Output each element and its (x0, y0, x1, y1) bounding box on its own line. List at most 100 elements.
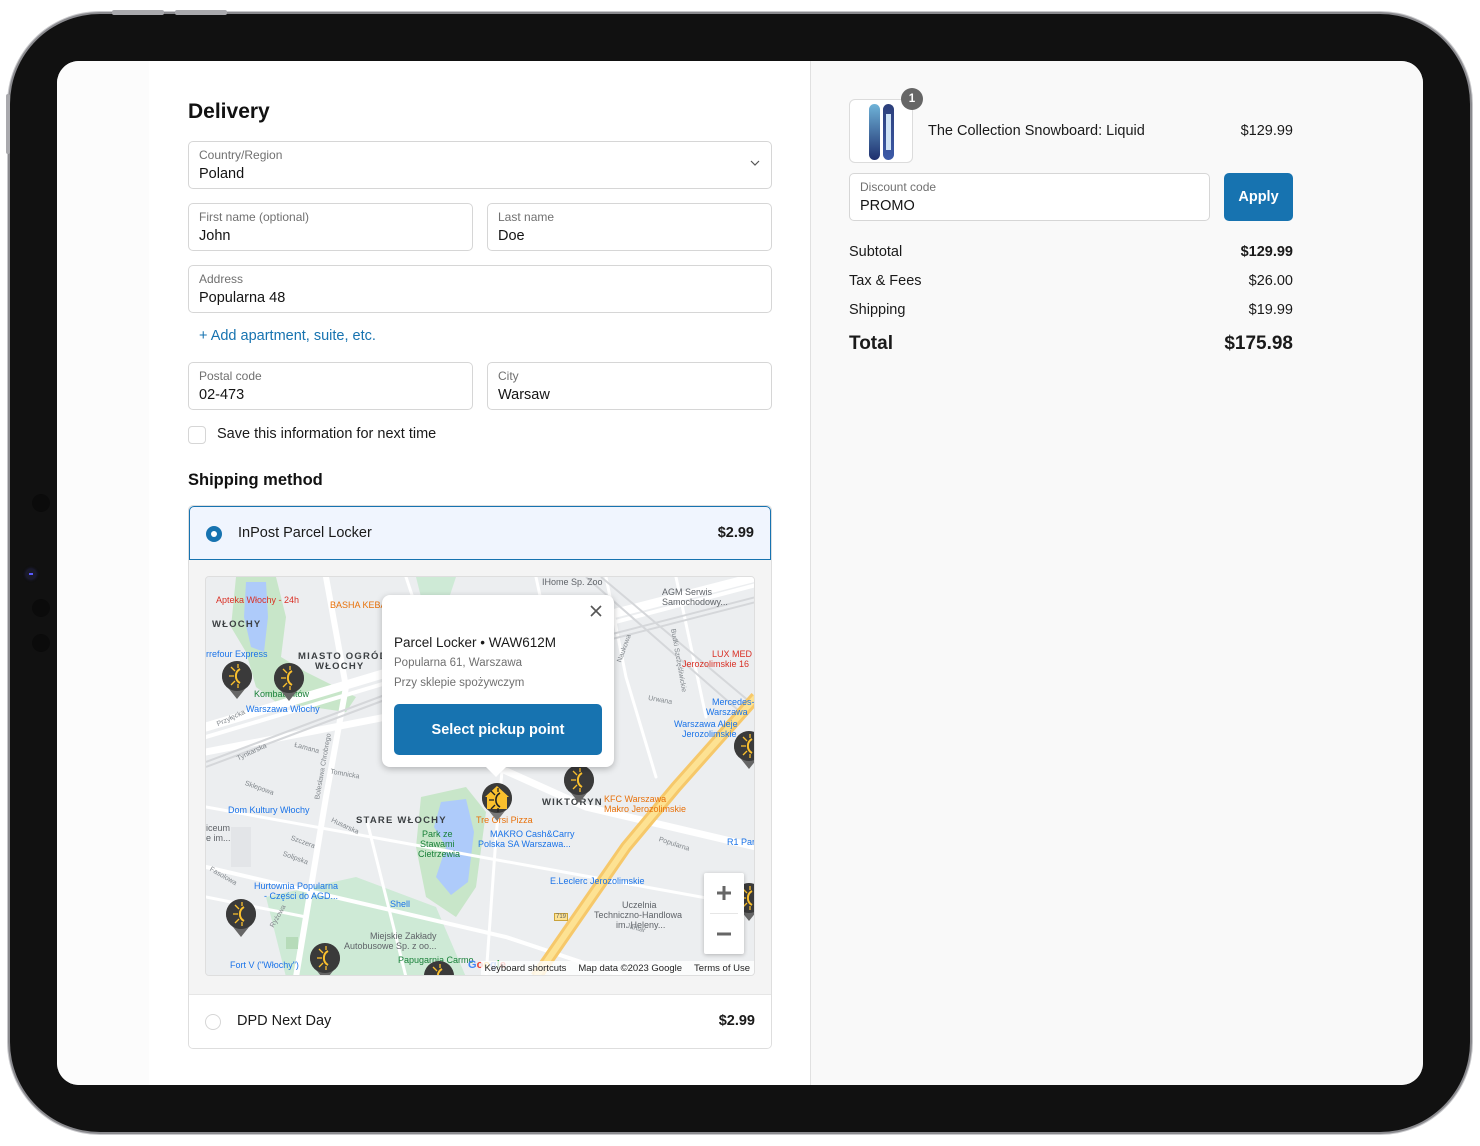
shipping-option-price: $2.99 (718, 1013, 755, 1029)
map-attribution: Keyboard shortcuts Map data ©2023 Google… (480, 961, 754, 975)
zoom-out-icon[interactable] (704, 914, 744, 954)
checkout-screen: Delivery Country/Region Poland First nam… (57, 61, 1423, 1085)
last-name-field[interactable]: Last name Doe (487, 203, 772, 251)
map-label: R1 Par (727, 837, 755, 847)
shipping-option-label: DPD Next Day (237, 1013, 332, 1029)
map-label: iceum (206, 823, 231, 833)
map-label: Stawami (420, 839, 455, 849)
locker-pin[interactable] (422, 959, 456, 975)
last-name-value: Doe (498, 228, 525, 244)
country-value: Poland (199, 166, 245, 182)
tax-label: Tax & Fees (849, 273, 922, 289)
shipping-row: Shipping $19.99 (849, 302, 1293, 322)
popup-note: Przy sklepie spożywczym (394, 677, 525, 689)
snowboard-image (869, 104, 894, 160)
map-label: Apteka Włochy - 24h (216, 595, 300, 605)
sensor-icon (32, 494, 50, 512)
first-name-field[interactable]: First name (optional) John (188, 203, 473, 251)
map-label: Autobusowe Sp. z oo... (344, 941, 437, 951)
map-data-text: Map data ©2023 Google (578, 962, 683, 974)
keyboard-shortcuts-link[interactable]: Keyboard shortcuts (485, 963, 567, 974)
locker-pin[interactable] (220, 659, 254, 701)
locker-pin[interactable] (272, 661, 306, 703)
map-label: Samochodowy... (662, 597, 728, 607)
locker-pin[interactable] (562, 763, 596, 805)
map-label: Jerozolimskie (682, 729, 737, 739)
map-label: Jerozolimskie 16 (682, 659, 750, 669)
product-thumbnail (849, 99, 913, 163)
quantity-badge: 1 (901, 88, 923, 110)
locker-pin[interactable] (224, 897, 258, 939)
add-apartment-link[interactable]: + Add apartment, suite, etc. (199, 328, 376, 344)
map-label: WŁOCHY (315, 661, 365, 672)
side-button (6, 94, 10, 154)
shipping-option-price: $2.99 (717, 525, 754, 541)
select-pickup-point-button[interactable]: Select pickup point (394, 704, 602, 755)
map-label: Hurtownia Popularna (254, 881, 339, 891)
save-info-checkbox[interactable] (188, 426, 206, 444)
locker-pin[interactable] (732, 729, 754, 771)
map-label: Shell (390, 899, 411, 909)
sensor-icon (32, 599, 50, 617)
postal-code-label: Postal code (199, 369, 262, 383)
discount-code-field[interactable]: Discount code PROMO (849, 173, 1210, 221)
shipping-option-label: InPost Parcel Locker (238, 525, 372, 541)
locker-icon (424, 961, 454, 975)
radio-selected[interactable] (206, 526, 222, 542)
map-label: MAKRO Cash&Carry (490, 829, 575, 839)
map-label: Warszawa Włochy (246, 704, 320, 714)
map-label: WŁOCHY (212, 619, 262, 630)
map-label: Cietrzewia (418, 849, 461, 859)
product-price: $129.99 (1240, 123, 1293, 139)
tax-row: Tax & Fees $26.00 (849, 273, 1293, 293)
volume-button (175, 10, 227, 15)
locker-pin-selected[interactable] (480, 781, 514, 823)
map-label: Warszawa (706, 707, 748, 717)
city-field[interactable]: City Warsaw (487, 362, 772, 410)
map-label: E.Leclerc Jerozolimskie (550, 876, 645, 886)
subtotal-label: Subtotal (849, 244, 903, 260)
zoom-in-icon[interactable] (704, 873, 744, 913)
map-label: Polska SA Warszawa... (478, 839, 571, 849)
shipping-option-inpost[interactable]: InPost Parcel Locker $2.99 (189, 506, 771, 560)
map-label: rrefour Express (206, 649, 268, 659)
apply-discount-button[interactable]: Apply (1224, 173, 1293, 221)
map-label: BASHA KEBA (330, 600, 387, 610)
first-name-value: John (199, 228, 231, 244)
map-label: AGM Serwis (662, 587, 713, 597)
map-label: Fort V ("Włochy") (230, 960, 299, 970)
address-label: Address (199, 272, 244, 286)
camera-icon (26, 569, 36, 579)
chevron-down-icon (750, 160, 760, 166)
map-label: LUX MED (712, 649, 753, 659)
terms-link[interactable]: Terms of Use (694, 963, 750, 974)
total-value: $175.98 (1224, 333, 1293, 354)
shipping-label: Shipping (849, 302, 906, 318)
radio-unselected[interactable] (205, 1014, 221, 1030)
close-icon[interactable] (588, 603, 604, 619)
locker-home-icon (482, 783, 512, 821)
locker-icon (222, 661, 252, 699)
first-name-label: First name (optional) (199, 210, 310, 224)
shipping-option-dpd[interactable]: DPD Next Day $2.99 (189, 994, 771, 1048)
country-label: Country/Region (199, 148, 283, 162)
country-select[interactable]: Country/Region Poland (188, 141, 772, 189)
map-label: KFC Warszawa (604, 794, 667, 804)
locker-icon (564, 765, 594, 803)
map-label: STARE WŁOCHY (356, 815, 447, 826)
delivery-pane: Delivery Country/Region Poland First nam… (149, 61, 810, 1085)
order-summary-pane: 1 The Collection Snowboard: Liquid $129.… (810, 61, 1423, 1085)
discount-label: Discount code (860, 180, 937, 194)
locker-icon (226, 899, 256, 937)
map-label: Warszawa Aleje (674, 719, 738, 729)
pickup-map[interactable]: Apteka Włochy - 24h BASHA KEBA WŁOCHY MI… (205, 576, 755, 976)
postal-code-field[interactable]: Postal code 02-473 (188, 362, 473, 410)
shipping-options: InPost Parcel Locker $2.99 Apteka Włochy… (188, 505, 772, 1049)
address-field[interactable]: Address Popularna 48 (188, 265, 772, 313)
locker-pin[interactable] (308, 941, 342, 975)
total-row: Total $175.98 (849, 333, 1293, 359)
subtotal-row: Subtotal $129.99 (849, 244, 1293, 264)
map-label: Mercedes-E (712, 697, 755, 707)
save-info-label[interactable]: Save this information for next time (217, 426, 436, 442)
sensor-icon (32, 634, 50, 652)
